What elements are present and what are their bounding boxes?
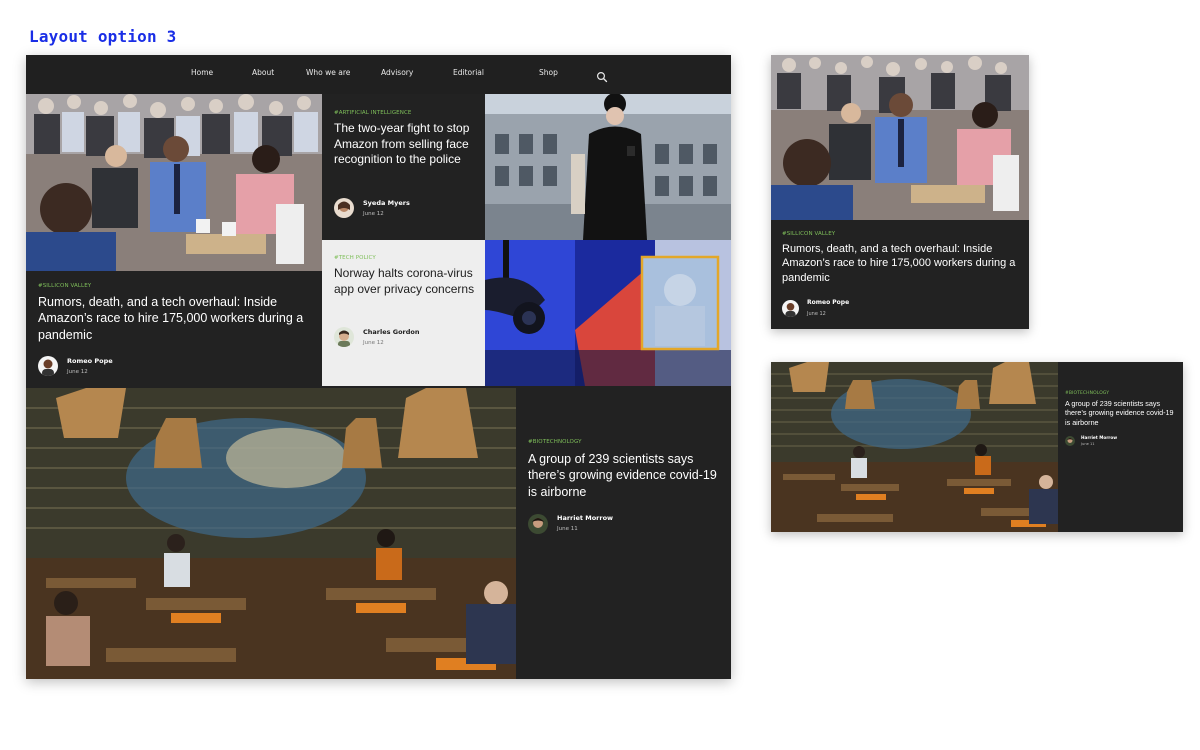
nav-about[interactable]: About xyxy=(252,68,274,77)
top-navigation: Home About Who we are Advisory Editorial… xyxy=(26,55,731,94)
nav-editorial[interactable]: Editorial xyxy=(453,68,484,77)
author-name[interactable]: Romeo Pope xyxy=(807,299,849,306)
nav-shop[interactable]: Shop xyxy=(539,68,558,77)
article-tag[interactable]: #SILLICON VALLEY xyxy=(782,231,835,237)
article-tech-policy[interactable]: #TECH POLICY Norway halts corona-virus a… xyxy=(322,240,485,386)
author-avatar xyxy=(334,327,354,347)
article-date: June 12 xyxy=(363,211,384,217)
layout-canvas: Layout option 3 Home About Who we are Ad… xyxy=(0,0,1200,750)
article-silicon-valley[interactable]: #SILLICON VALLEY Rumors, death, and a te… xyxy=(26,271,322,388)
author-avatar xyxy=(38,356,58,376)
author-name[interactable]: Romeo Pope xyxy=(67,357,113,365)
restaurant-photo[interactable] xyxy=(26,388,516,679)
author-name[interactable]: Harriet Morrow xyxy=(557,514,613,522)
author-name[interactable]: Harriet Morrow xyxy=(1081,435,1117,440)
crowd-photo[interactable] xyxy=(771,55,1029,220)
restaurant-photo[interactable] xyxy=(771,362,1058,532)
surveillance-camera-photo[interactable] xyxy=(485,240,731,386)
article-tag[interactable]: #ARTIFICIAL INTELLIGENCE xyxy=(334,110,412,116)
article-headline[interactable]: The two-year fight to stop Amazon from s… xyxy=(334,121,479,168)
author-name[interactable]: Syeda Myers xyxy=(363,199,410,207)
woman-phone-photo[interactable] xyxy=(485,94,731,240)
card-silicon-valley[interactable]: #SILLICON VALLEY Rumors, death, and a te… xyxy=(771,55,1029,329)
author-avatar xyxy=(782,300,799,317)
article-date: June 11 xyxy=(557,526,578,532)
article-headline[interactable]: Rumors, death, and a tech overhaul: Insi… xyxy=(782,242,1020,285)
author-avatar xyxy=(1065,436,1075,446)
author-name[interactable]: Charles Gordon xyxy=(363,328,420,336)
crowd-photo[interactable] xyxy=(26,94,322,271)
card-biotechnology[interactable]: #BIOTECHNOLOGY A group of 239 scientists… xyxy=(771,362,1183,532)
article-artificial-intelligence[interactable]: #ARTIFICIAL INTELLIGENCE The two-year fi… xyxy=(322,94,485,240)
main-layout-mockup: Home About Who we are Advisory Editorial… xyxy=(26,55,731,679)
article-biotechnology[interactable]: #BIOTECHNOLOGY A group of 239 scientists… xyxy=(516,388,731,679)
author-avatar xyxy=(334,198,354,218)
article-tag[interactable]: #TECH POLICY xyxy=(334,255,376,261)
article-headline[interactable]: Norway halts corona-virus app over priva… xyxy=(334,266,479,297)
author-avatar xyxy=(528,514,548,534)
article-tag[interactable]: #SILLICON VALLEY xyxy=(38,283,91,289)
article-date: June 12 xyxy=(67,369,88,375)
page-title: Layout option 3 xyxy=(29,27,177,46)
article-date: June 11 xyxy=(1081,442,1095,446)
article-tag[interactable]: #BIOTECHNOLOGY xyxy=(528,439,582,445)
article-headline[interactable]: Rumors, death, and a tech overhaul: Insi… xyxy=(38,294,310,343)
article-tag[interactable]: #BIOTECHNOLOGY xyxy=(1065,391,1109,396)
article-date: June 12 xyxy=(807,311,826,317)
article-headline[interactable]: A group of 239 scientists says there’s g… xyxy=(1065,399,1177,427)
article-headline[interactable]: A group of 239 scientists says there’s g… xyxy=(528,451,723,500)
article-date: June 12 xyxy=(363,340,384,346)
nav-who-we-are[interactable]: Who we are xyxy=(306,68,350,77)
nav-home[interactable]: Home xyxy=(191,68,213,77)
search-icon[interactable] xyxy=(596,68,608,83)
nav-advisory[interactable]: Advisory xyxy=(381,68,413,77)
